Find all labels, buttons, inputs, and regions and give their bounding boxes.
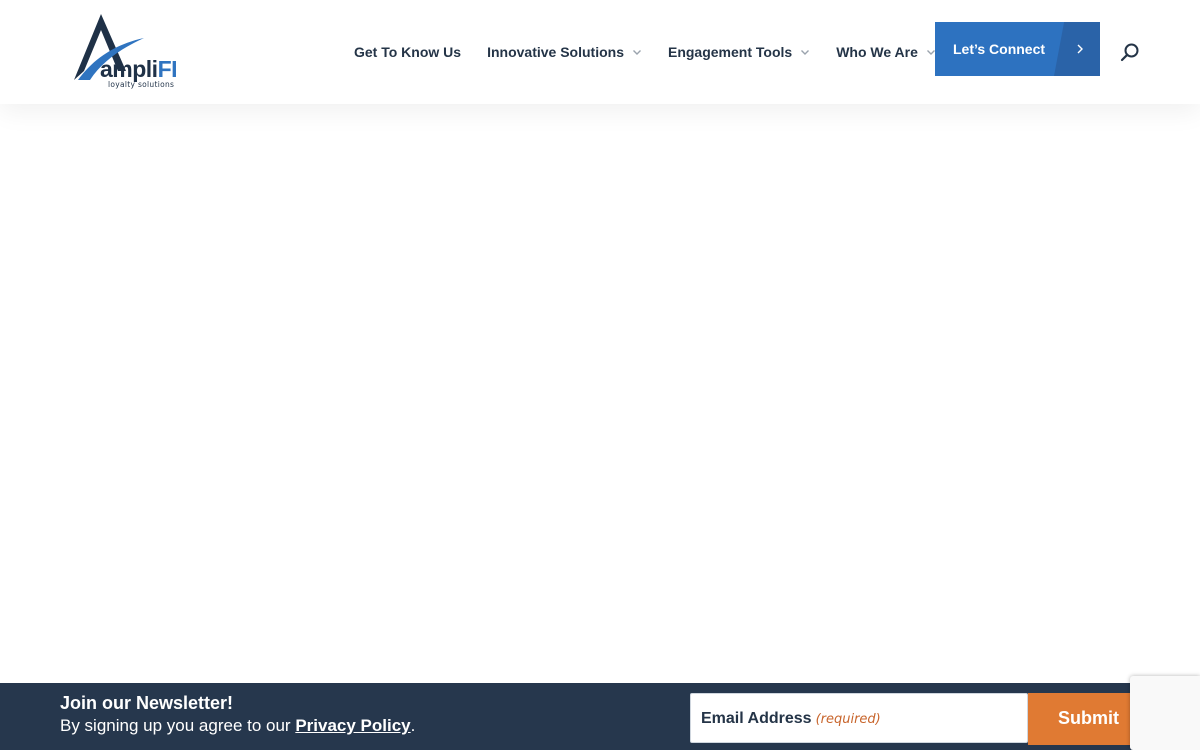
nav-who-we-are[interactable]: Who We Are bbox=[836, 44, 936, 60]
nav-item-label: Who We Are bbox=[836, 44, 918, 60]
nav-item-label: Innovative Solutions bbox=[487, 44, 624, 60]
search-button[interactable] bbox=[1118, 40, 1142, 64]
newsletter-consent-text: By signing up you agree to our Privacy P… bbox=[60, 716, 416, 735]
nav-item-label: Engagement Tools bbox=[667, 44, 793, 60]
main-nav: Get To Know Us Innovative Solutions Enga… bbox=[354, 40, 936, 64]
newsletter-bar: Join our Newsletter! By signing up you a… bbox=[0, 683, 1200, 750]
email-input[interactable] bbox=[691, 694, 1027, 742]
chevron-down-icon bbox=[632, 47, 642, 57]
nav-item-label: Get To Know Us bbox=[354, 44, 462, 60]
ampli-fi-logo[interactable]: ampliFI loyalty solutions bbox=[74, 14, 178, 90]
newsletter-title: Join our Newsletter! bbox=[60, 693, 234, 713]
logo-wordmark: ampliFI bbox=[100, 56, 178, 82]
search-icon bbox=[1120, 43, 1139, 62]
page: ampliFI loyalty solutions Get To Know Us… bbox=[0, 0, 1200, 750]
lets-connect-label: Let’s Connect bbox=[953, 41, 1046, 57]
nav-innovative-solutions[interactable]: Innovative Solutions bbox=[487, 44, 642, 60]
lets-connect-button[interactable]: Let’s Connect bbox=[935, 22, 1100, 76]
nav-engagement-tools[interactable]: Engagement Tools bbox=[668, 44, 810, 60]
chevron-down-icon bbox=[800, 47, 810, 57]
privacy-policy-link[interactable]: Privacy Policy bbox=[295, 716, 410, 735]
email-field[interactable]: Email Address (required) bbox=[690, 693, 1028, 743]
recaptcha-badge[interactable] bbox=[1130, 676, 1200, 750]
logo-tagline: loyalty solutions bbox=[108, 80, 175, 89]
site-header: ampliFI loyalty solutions Get To Know Us… bbox=[0, 0, 1200, 104]
submit-label: Submit bbox=[1058, 708, 1119, 728]
chevron-right-icon bbox=[1077, 44, 1083, 54]
nav-get-to-know-us[interactable]: Get To Know Us bbox=[354, 44, 461, 60]
